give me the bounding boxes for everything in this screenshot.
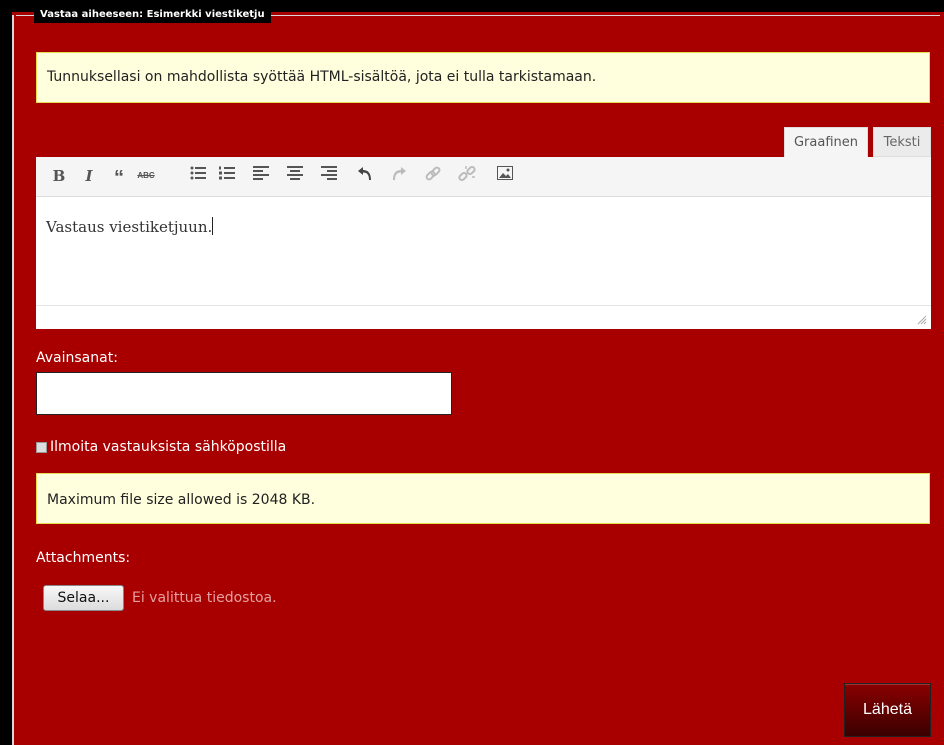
- bold-icon[interactable]: B: [48, 165, 70, 187]
- unlink-icon[interactable]: [456, 165, 478, 187]
- tab-visual[interactable]: Graafinen: [784, 127, 868, 157]
- blockquote-icon[interactable]: “: [108, 165, 130, 189]
- filesize-notice: Maximum file size allowed is 2048 KB.: [36, 473, 930, 524]
- italic-icon[interactable]: I: [78, 165, 100, 187]
- tags-label: Avainsanat:: [36, 350, 118, 366]
- bullet-list-icon[interactable]: [187, 165, 209, 187]
- resize-grip-icon[interactable]: [917, 315, 927, 325]
- notify-label[interactable]: Ilmoita vastauksista sähköpostilla: [50, 439, 286, 455]
- align-right-icon[interactable]: [318, 165, 340, 187]
- text-caret: [212, 217, 214, 235]
- tab-text[interactable]: Teksti: [873, 127, 931, 157]
- browse-button[interactable]: Selaa...: [43, 585, 124, 611]
- editor-text: Vastaus viestiketjuun.: [46, 218, 213, 236]
- align-left-icon[interactable]: [250, 165, 272, 187]
- attachments-label: Attachments:: [36, 550, 131, 566]
- strikethrough-icon[interactable]: ABC: [135, 165, 157, 187]
- editor-toolbar: B I “ ABC: [36, 157, 931, 197]
- numbered-list-icon[interactable]: [216, 165, 238, 187]
- editor-content[interactable]: Vastaus viestiketjuun.: [36, 197, 931, 305]
- align-center-icon[interactable]: [284, 165, 306, 187]
- html-notice: Tunnuksellasi on mahdollista syöttää HTM…: [36, 52, 930, 103]
- link-icon[interactable]: [422, 165, 444, 187]
- tags-input[interactable]: [36, 372, 452, 415]
- submit-button[interactable]: Lähetä: [844, 683, 931, 737]
- redo-icon[interactable]: [388, 165, 410, 187]
- notify-checkbox[interactable]: [36, 441, 47, 453]
- image-icon[interactable]: [494, 165, 516, 187]
- notify-row: Ilmoita vastauksista sähköpostilla: [36, 439, 286, 455]
- form-legend: Vastaa aiheeseen: Esimerkki viestiketju: [34, 7, 271, 23]
- undo-icon[interactable]: [354, 165, 376, 187]
- no-file-text: Ei valittua tiedostoa.: [132, 590, 277, 606]
- editor-statusbar: [36, 305, 931, 329]
- fieldset-left-border: [12, 15, 14, 745]
